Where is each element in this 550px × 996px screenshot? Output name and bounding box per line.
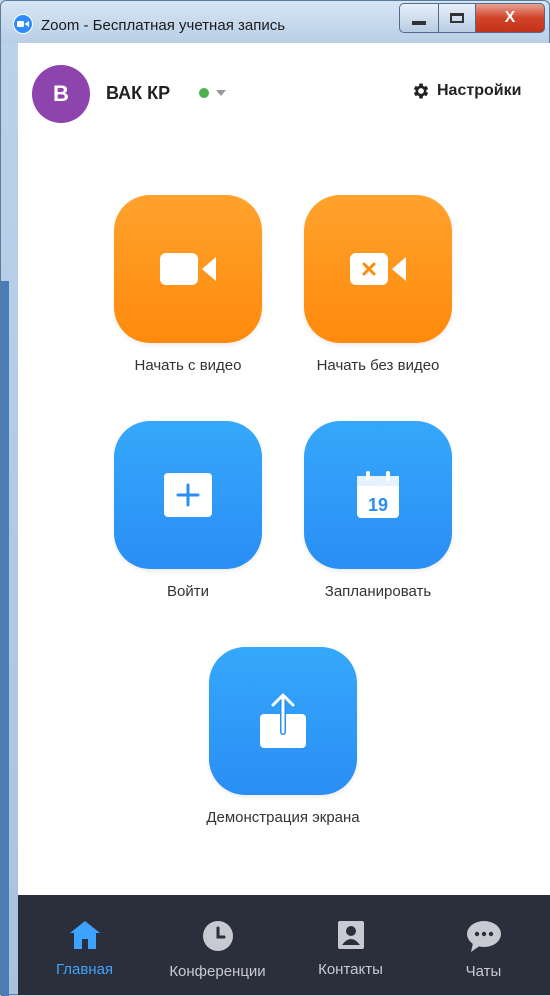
- join-item: Войти: [88, 421, 288, 600]
- clock-icon: [202, 921, 233, 951]
- nav-item-home[interactable]: Главная: [18, 895, 151, 995]
- app-window: Zoom - Бесплатная учетная запись X B ВАК…: [0, 0, 550, 996]
- schedule-button[interactable]: 19: [304, 421, 452, 569]
- nav-label-home: Главная: [55, 961, 114, 978]
- new-meeting-video-label: Начать с видео: [134, 357, 242, 374]
- share-screen-icon: [260, 693, 306, 748]
- nav-item-contacts[interactable]: Контакты: [284, 895, 417, 995]
- settings-button[interactable]: Настройки: [411, 81, 521, 101]
- schedule-item: 19 Запланировать: [278, 421, 478, 600]
- close-button[interactable]: X: [475, 3, 545, 33]
- maximize-button[interactable]: [438, 3, 476, 33]
- status-online-indicator[interactable]: [199, 88, 209, 98]
- join-label: Войти: [167, 583, 209, 600]
- nav-label-meetings: Конференции: [169, 963, 266, 980]
- video-off-icon: [350, 253, 406, 285]
- title-bar[interactable]: Zoom - Бесплатная учетная запись X: [1, 1, 549, 43]
- avatar[interactable]: B: [32, 65, 90, 123]
- new-meeting-no-video-item: Начать без видео: [278, 195, 478, 374]
- nav-label-chats: Чаты: [465, 963, 502, 980]
- settings-label: Настройки: [437, 82, 522, 99]
- chevron-down-icon[interactable]: [216, 90, 226, 96]
- home-icon: [69, 921, 100, 949]
- calendar-icon: 19: [357, 471, 399, 518]
- username: ВАК КР: [106, 83, 171, 103]
- new-meeting-video-item: Начать с видео: [88, 195, 288, 374]
- window-border-accent: [1, 281, 9, 996]
- join-button[interactable]: [114, 421, 262, 569]
- share-screen-button[interactable]: [209, 647, 357, 795]
- calendar-day: 19: [368, 495, 388, 515]
- nav-label-contacts: Контакты: [318, 961, 383, 978]
- zoom-home-panel: B ВАК КР Настройки Начать с видео Начать…: [18, 43, 550, 995]
- maximize-icon: [450, 13, 464, 23]
- nav-item-chats[interactable]: Чаты: [417, 895, 550, 995]
- minimize-button[interactable]: [399, 3, 439, 33]
- plus-icon: [164, 473, 212, 517]
- contacts-icon: [337, 921, 364, 949]
- gear-icon: [413, 83, 429, 99]
- close-icon: X: [504, 9, 516, 26]
- video-camera-icon: [160, 253, 216, 285]
- nav-item-meetings[interactable]: Конференции: [151, 895, 284, 995]
- new-meeting-video-button[interactable]: [114, 195, 262, 343]
- chat-bubble-icon: [466, 921, 501, 952]
- share-screen-label: Демонстрация экрана: [206, 809, 360, 826]
- zoom-logo-icon: [13, 14, 33, 34]
- schedule-label: Запланировать: [324, 583, 432, 600]
- new-meeting-no-video-button[interactable]: [304, 195, 452, 343]
- bottom-nav: Главная Конференции Контакты Чаты: [18, 895, 550, 995]
- share-screen-item: Демонстрация экрана: [183, 647, 383, 826]
- minimize-icon: [412, 21, 426, 25]
- window-title: Zoom - Бесплатная учетная запись: [41, 17, 286, 34]
- new-meeting-no-video-label: Начать без видео: [316, 357, 440, 374]
